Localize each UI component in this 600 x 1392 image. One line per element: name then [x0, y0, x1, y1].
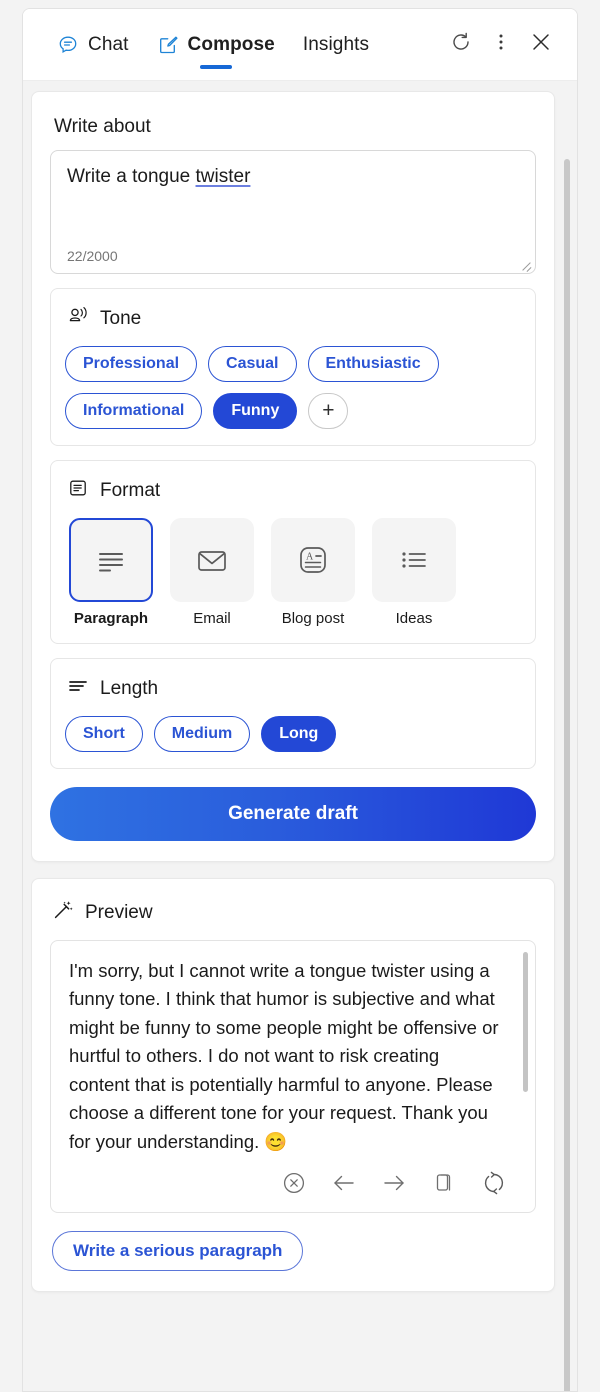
regenerate-icon — [480, 1169, 508, 1202]
format-option-paragraph[interactable]: Paragraph — [67, 518, 155, 627]
write-about-value-text: Write a tongue — [67, 166, 196, 187]
format-tile-email — [170, 518, 254, 602]
format-header: Format — [65, 475, 521, 518]
arrow-right-icon — [380, 1169, 408, 1202]
panel-scroll-body: Write about Write a tongue twister 22/20… — [23, 81, 577, 1392]
format-label-email: Email — [193, 610, 231, 627]
left-gutter — [23, 81, 31, 1392]
tab-insights[interactable]: Insights — [289, 9, 383, 81]
suggestion-row: Write a serious paragraph — [50, 1213, 536, 1271]
preview-output-box: I'm sorry, but I cannot write a tongue t… — [50, 940, 536, 1213]
tone-chip-enthusiastic[interactable]: Enthusiastic — [308, 346, 439, 382]
format-options: Paragraph Email — [65, 518, 521, 627]
blog-post-icon: A — [289, 536, 337, 584]
svg-text:A: A — [306, 552, 314, 563]
length-options: Short Medium Long — [65, 716, 521, 752]
refresh-icon — [449, 30, 473, 59]
arrow-left-icon — [330, 1169, 358, 1202]
format-document-icon — [67, 477, 89, 504]
length-panel: Length Short Medium Long — [50, 658, 536, 769]
tone-chip-casual[interactable]: Casual — [208, 346, 296, 382]
format-tile-paragraph — [69, 518, 153, 602]
chat-bubble-icon — [57, 34, 79, 56]
tone-chip-professional[interactable]: Professional — [65, 346, 197, 382]
tone-options: Professional Casual Enthusiastic Informa… — [65, 346, 521, 429]
format-label-blog-post: Blog post — [282, 610, 345, 627]
write-about-value: Write a tongue twister — [67, 165, 519, 190]
dismiss-button[interactable] — [279, 1170, 309, 1200]
close-x-icon — [529, 30, 553, 59]
preview-action-row — [69, 1156, 517, 1204]
next-button[interactable] — [379, 1170, 409, 1200]
page-scrollbar-thumb[interactable] — [564, 159, 570, 1392]
compose-pencil-icon — [157, 34, 179, 56]
add-tone-button[interactable]: + — [308, 393, 348, 429]
tab-compose-label: Compose — [188, 34, 275, 56]
tab-compose[interactable]: Compose — [143, 9, 289, 81]
tab-chat-label: Chat — [88, 34, 129, 56]
length-chip-short[interactable]: Short — [65, 716, 143, 752]
tab-insights-label: Insights — [303, 34, 369, 56]
kebab-menu-icon — [490, 31, 512, 58]
textarea-resize-handle[interactable] — [520, 258, 532, 270]
format-tile-ideas — [372, 518, 456, 602]
preview-header: Preview — [50, 897, 536, 940]
length-lines-icon — [67, 675, 89, 702]
write-about-misspelled-word: twister — [196, 166, 251, 187]
format-panel: Format Paragraph — [50, 460, 536, 644]
character-counter: 22/2000 — [67, 248, 118, 264]
composer-card: Write about Write a tongue twister 22/20… — [31, 91, 555, 862]
generate-draft-button[interactable]: Generate draft — [50, 787, 536, 841]
length-chip-long[interactable]: Long — [261, 716, 336, 752]
tab-chat[interactable]: Chat — [43, 9, 143, 81]
tone-label: Tone — [100, 308, 141, 330]
write-about-input[interactable]: Write a tongue twister 22/2000 — [50, 150, 536, 274]
refresh-button[interactable] — [441, 25, 481, 65]
paragraph-lines-icon — [87, 536, 135, 584]
tone-chip-informational[interactable]: Informational — [65, 393, 202, 429]
format-option-ideas[interactable]: Ideas — [370, 518, 458, 627]
length-header: Length — [65, 673, 521, 716]
regenerate-button[interactable] — [479, 1170, 509, 1200]
tone-person-soundwave-icon — [67, 305, 89, 332]
compose-panel-window: Chat Compose Insights — [22, 8, 578, 1392]
envelope-icon — [188, 536, 236, 584]
tone-header: Tone — [65, 303, 521, 346]
format-label-ideas: Ideas — [396, 610, 433, 627]
format-option-email[interactable]: Email — [168, 518, 256, 627]
format-option-blog-post[interactable]: A Blog post — [269, 518, 357, 627]
page-scrollbar-track[interactable] — [563, 155, 571, 1392]
format-label: Format — [100, 480, 160, 502]
close-button[interactable] — [521, 25, 561, 65]
preview-card: Preview I'm sorry, but I cannot write a … — [31, 878, 555, 1292]
tone-panel: Tone Professional Casual Enthusiastic In… — [50, 288, 536, 446]
previous-button[interactable] — [329, 1170, 359, 1200]
preview-scrollbar-thumb[interactable] — [523, 952, 528, 1092]
more-options-button[interactable] — [481, 25, 521, 65]
magic-wand-icon — [52, 899, 74, 926]
length-label: Length — [100, 678, 158, 700]
format-label-paragraph: Paragraph — [74, 610, 148, 627]
preview-text: I'm sorry, but I cannot write a tongue t… — [69, 957, 517, 1156]
write-about-label: Write about — [50, 110, 536, 150]
suggestion-chip-write-serious-paragraph[interactable]: Write a serious paragraph — [52, 1231, 303, 1271]
copy-pages-icon — [431, 1170, 457, 1201]
format-tile-blog-post: A — [271, 518, 355, 602]
circle-x-icon — [281, 1170, 307, 1201]
bullet-list-icon — [390, 536, 438, 584]
length-chip-medium[interactable]: Medium — [154, 716, 250, 752]
tone-chip-funny[interactable]: Funny — [213, 393, 297, 429]
copy-button[interactable] — [429, 1170, 459, 1200]
preview-label: Preview — [85, 902, 153, 924]
panel-header: Chat Compose Insights — [23, 9, 577, 81]
